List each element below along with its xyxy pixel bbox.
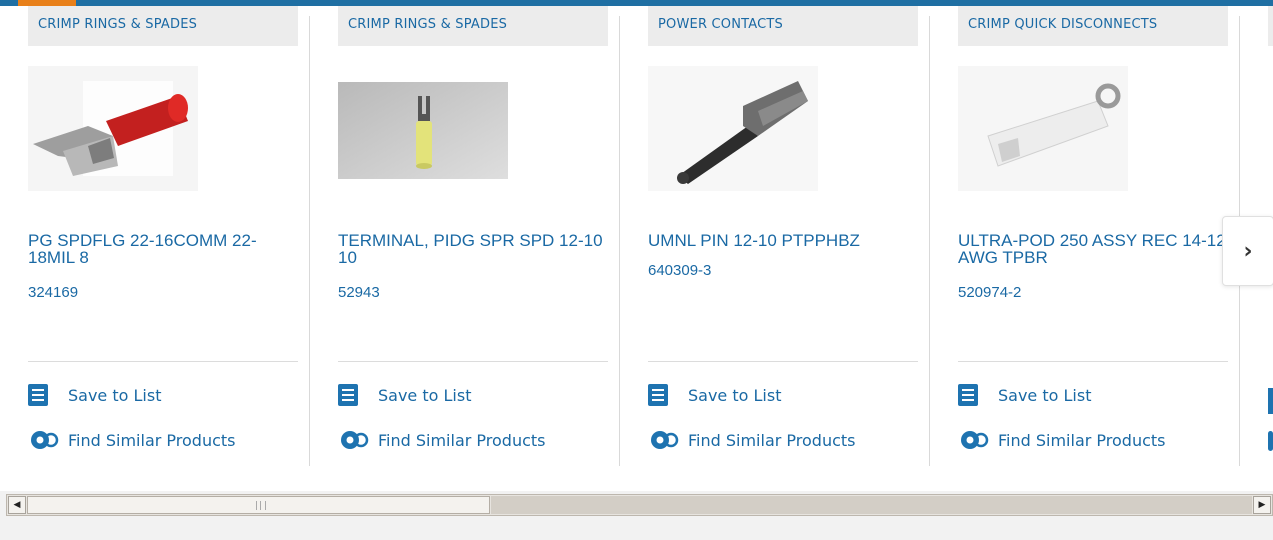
checklist-icon: [958, 384, 978, 406]
red-spade-terminal-image[interactable]: [28, 66, 198, 191]
product-card: CRIMP RINGS & SPADES PG SPDFLG 22-16COMM…: [0, 6, 310, 466]
divider: [28, 361, 298, 362]
yellow-spade-terminal-image[interactable]: [338, 66, 508, 191]
part-number[interactable]: 324169: [28, 284, 78, 301]
category-label[interactable]: CRIMP QUICK DISCONNECTS: [958, 6, 1228, 46]
divider: [958, 361, 1228, 362]
save-to-list-button[interactable]: Save to List: [28, 384, 161, 406]
part-number[interactable]: 520974-2: [958, 284, 1021, 301]
save-to-list-button[interactable]: Save to List: [338, 384, 471, 406]
carousel-next-button[interactable]: ›: [1222, 216, 1273, 286]
find-similar-button[interactable]: Find Similar Products: [648, 428, 856, 452]
gears-icon: [341, 431, 369, 449]
save-label: Save to List: [688, 385, 782, 405]
gears-icon: [961, 431, 989, 449]
find-similar-button[interactable]: Find Similar Products: [28, 428, 236, 452]
product-card: CRIMP RINGS & SPADES TERMINAL, PIDG SPR …: [310, 6, 620, 466]
scroll-left-arrow[interactable]: ◀: [8, 496, 26, 514]
gears-icon: [651, 431, 679, 449]
save-to-list-button[interactable]: Save to List: [958, 384, 1091, 406]
find-similar-button[interactable]: Find Similar Products: [338, 428, 546, 452]
find-similar-button[interactable]: Find Similar Products: [958, 428, 1166, 452]
checklist-icon: [648, 384, 668, 406]
product-title[interactable]: PG SPDFLG 22-16COMM 22-18MIL 8: [28, 232, 300, 266]
product-card: CRIMP QUICK DISCONNECTS ULTRA-POD 250 AS…: [930, 6, 1240, 466]
next-card-gear-icon-partial: [1268, 431, 1273, 451]
scrollbar-thumb[interactable]: [27, 496, 490, 514]
gears-icon: [31, 431, 59, 449]
similar-label: Find Similar Products: [688, 430, 856, 450]
quick-disconnect-image[interactable]: [958, 66, 1128, 191]
horizontal-scrollbar[interactable]: ◀ ▶: [6, 494, 1273, 516]
scroll-right-arrow[interactable]: ▶: [1253, 496, 1271, 514]
save-label: Save to List: [68, 385, 162, 405]
part-number[interactable]: 52943: [338, 284, 380, 301]
next-card-save-icon-partial: [1268, 388, 1273, 414]
category-label[interactable]: CRIMP RINGS & SPADES: [338, 6, 608, 46]
similar-label: Find Similar Products: [68, 430, 236, 450]
scrollbar-track[interactable]: [491, 496, 1252, 514]
similar-label: Find Similar Products: [998, 430, 1166, 450]
product-title[interactable]: UMNL PIN 12-10 PTPPHBZ: [648, 232, 920, 249]
part-number[interactable]: 640309-3: [648, 262, 711, 279]
product-title[interactable]: ULTRA-POD 250 ASSY REC 14-12 AWG TPBR: [958, 232, 1230, 266]
product-card: POWER CONTACTS UMNL PIN 12-10 PTPPHBZ 64…: [620, 6, 930, 466]
product-carousel: CRIMP RINGS & SPADES PG SPDFLG 22-16COMM…: [0, 6, 1273, 491]
similar-label: Find Similar Products: [378, 430, 546, 450]
chevron-right-icon: ›: [1243, 238, 1253, 264]
product-title[interactable]: TERMINAL, PIDG SPR SPD 12-10 10: [338, 232, 610, 266]
save-to-list-button[interactable]: Save to List: [648, 384, 781, 406]
checklist-icon: [28, 384, 48, 406]
next-card-category-partial: [1268, 6, 1273, 46]
save-label: Save to List: [378, 385, 472, 405]
divider: [338, 361, 608, 362]
divider: [648, 361, 918, 362]
checklist-icon: [338, 384, 358, 406]
save-label: Save to List: [998, 385, 1092, 405]
category-label[interactable]: CRIMP RINGS & SPADES: [28, 6, 298, 46]
grip-icon: [256, 501, 266, 510]
power-contact-pin-image[interactable]: [648, 66, 818, 191]
category-label[interactable]: POWER CONTACTS: [648, 6, 918, 46]
